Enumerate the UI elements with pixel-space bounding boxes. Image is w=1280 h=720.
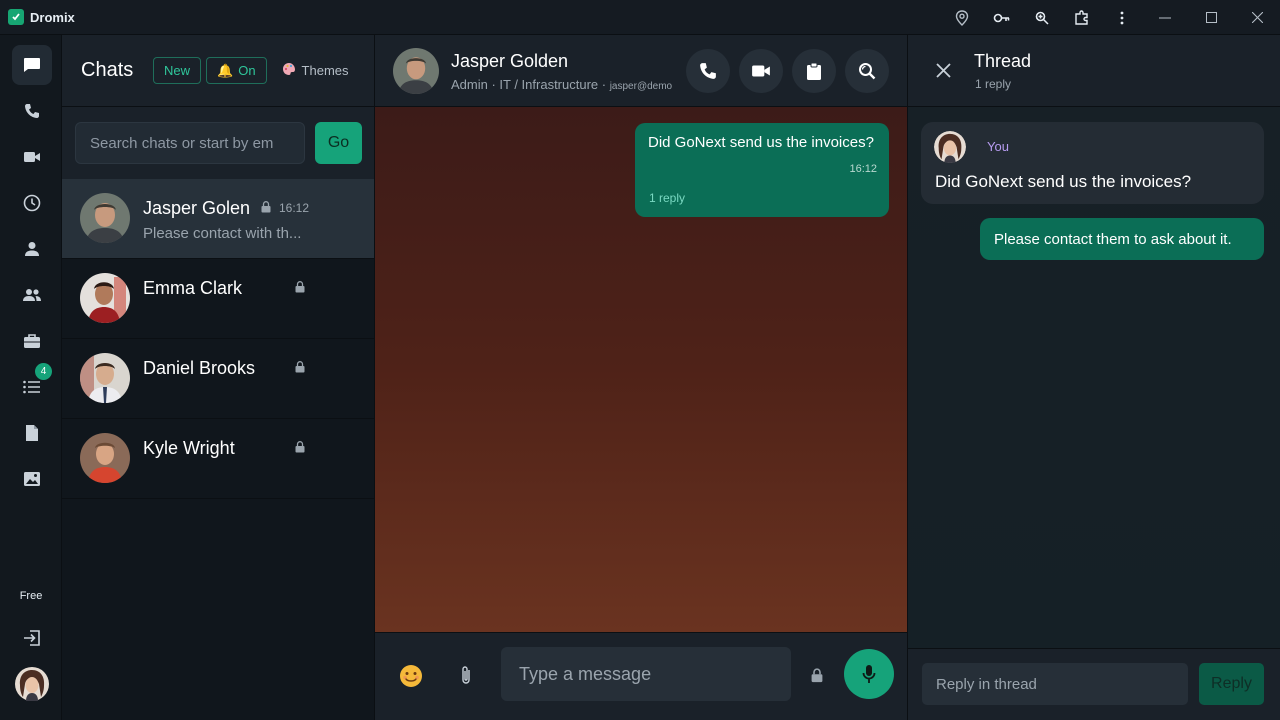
avatar [80, 193, 130, 243]
bell-icon: 🔔 [217, 62, 234, 78]
contact-email: jasper@demo [609, 81, 673, 92]
attach-icon[interactable] [459, 665, 473, 692]
clipboard-icon [807, 62, 821, 80]
lock-icon [261, 200, 271, 218]
thread-root-text: Did GoNext send us the invoices? [935, 172, 1192, 191]
go-button[interactable]: Go [315, 122, 362, 164]
more-vertical-icon[interactable] [1102, 0, 1142, 35]
reply-button[interactable]: Reply [1199, 663, 1264, 705]
notifications-state: On [238, 63, 256, 78]
contact-subtitle: Admin · IT / Infrastructure · jasper@dem… [451, 77, 672, 92]
tasks-badge: 4 [35, 363, 52, 380]
contact-icon[interactable] [12, 229, 52, 269]
chat-name: Daniel Brooks [143, 358, 256, 378]
chat-item-emma-clark[interactable]: Emma Clark [62, 259, 374, 339]
thread-root-message[interactable]: You Did GoNext send us the invoices? [921, 122, 1264, 204]
lock-icon [295, 280, 305, 298]
notifications-toggle[interactable]: 🔔 On [206, 57, 267, 84]
title-bar: Dromix [0, 0, 1280, 35]
contact-avatar[interactable] [393, 47, 439, 94]
thread-title: Thread [974, 51, 1032, 71]
contact-name: Jasper Golden [451, 51, 569, 71]
chat-item-jasper-golen[interactable]: Jasper Golen 16:12 Please contact with t… [62, 179, 374, 259]
message-area: Did GoNext send us the invoices? 16:12 1… [375, 107, 907, 632]
chat-list-panel: Chats New 🔔 On Themes Go Jasper Golen 16… [62, 35, 375, 720]
document-icon[interactable] [12, 413, 52, 453]
maximize-icon[interactable] [1188, 0, 1234, 35]
close-thread-icon[interactable] [936, 63, 951, 83]
voice-call-button[interactable] [686, 49, 730, 93]
phone-icon [700, 63, 716, 79]
clock-icon[interactable] [12, 183, 52, 223]
author-name: You [987, 139, 1009, 154]
message-composer [375, 632, 907, 720]
chat-icon[interactable] [12, 45, 52, 85]
outgoing-message[interactable]: Did GoNext send us the invoices? 16:12 1… [635, 123, 889, 217]
new-chat-button[interactable]: New [153, 57, 202, 84]
avatar [80, 433, 130, 483]
group-icon[interactable] [12, 275, 52, 315]
app-logo-icon [8, 9, 24, 25]
app-title: Dromix [30, 9, 75, 25]
briefcase-icon[interactable] [12, 321, 52, 361]
voice-record-button[interactable] [844, 649, 894, 699]
video-icon [752, 65, 770, 77]
message-time: 16:12 [849, 163, 877, 175]
contact-role: Admin · IT / Infrastructure · [451, 77, 610, 92]
chat-item-daniel-brooks[interactable]: Daniel Brooks [62, 339, 374, 419]
logout-icon[interactable] [12, 618, 52, 658]
thread-reply-message[interactable]: Please contact them to ask about it. [980, 218, 1264, 260]
palette-icon [282, 62, 296, 79]
thread-composer: Reply [908, 648, 1280, 720]
avatar [80, 353, 130, 403]
chats-title: Chats [81, 59, 134, 81]
author-avatar [934, 131, 966, 163]
chat-preview: Please contact with th... [143, 225, 302, 242]
themes-label: Themes [301, 63, 349, 78]
thread-messages: You Did GoNext send us the invoices? Ple… [908, 107, 1280, 648]
phone-icon[interactable] [12, 91, 52, 131]
thread-panel: Thread 1 reply You Did GoNext send us th… [908, 35, 1280, 720]
lock-icon [811, 668, 823, 688]
video-call-button[interactable] [739, 49, 783, 93]
video-icon[interactable] [12, 137, 52, 177]
lock-icon [295, 440, 305, 458]
chat-time: 16:12 [279, 201, 310, 215]
location-pin-icon[interactable] [942, 0, 982, 35]
message-input[interactable] [501, 647, 791, 701]
user-avatar[interactable] [12, 664, 52, 704]
themes-button[interactable]: Themes [282, 62, 349, 79]
clipboard-button[interactable] [792, 49, 836, 93]
chat-name: Jasper Golen [143, 198, 251, 218]
search-icon [859, 63, 876, 80]
chat-name: Kyle Wright [143, 438, 235, 458]
microphone-icon [862, 665, 876, 683]
minimize-icon[interactable] [1142, 0, 1188, 35]
chat-name: Emma Clark [143, 278, 243, 298]
chat-item-kyle-wright[interactable]: Kyle Wright [62, 419, 374, 499]
plan-label: Free [19, 590, 43, 602]
image-icon[interactable] [12, 459, 52, 499]
thread-reply-count: 1 reply [975, 77, 1012, 91]
avatar [80, 273, 130, 323]
nav-rail: 4 Free [0, 35, 62, 720]
message-text: Did GoNext send us the invoices? [648, 134, 874, 151]
search-messages-button[interactable] [845, 49, 889, 93]
thread-replies-link[interactable]: 1 reply [649, 191, 685, 205]
zoom-icon[interactable] [1022, 0, 1062, 35]
thread-reply-input[interactable] [922, 663, 1188, 705]
emoji-icon[interactable] [399, 664, 423, 693]
lock-icon [295, 360, 305, 378]
list-icon[interactable]: 4 [12, 363, 52, 407]
close-icon[interactable] [1234, 0, 1280, 35]
conversation-panel: Jasper Golden Admin · IT / Infrastructur… [375, 35, 908, 720]
key-icon[interactable] [982, 0, 1022, 35]
chat-search-input[interactable] [75, 122, 305, 164]
extensions-icon[interactable] [1062, 0, 1102, 35]
